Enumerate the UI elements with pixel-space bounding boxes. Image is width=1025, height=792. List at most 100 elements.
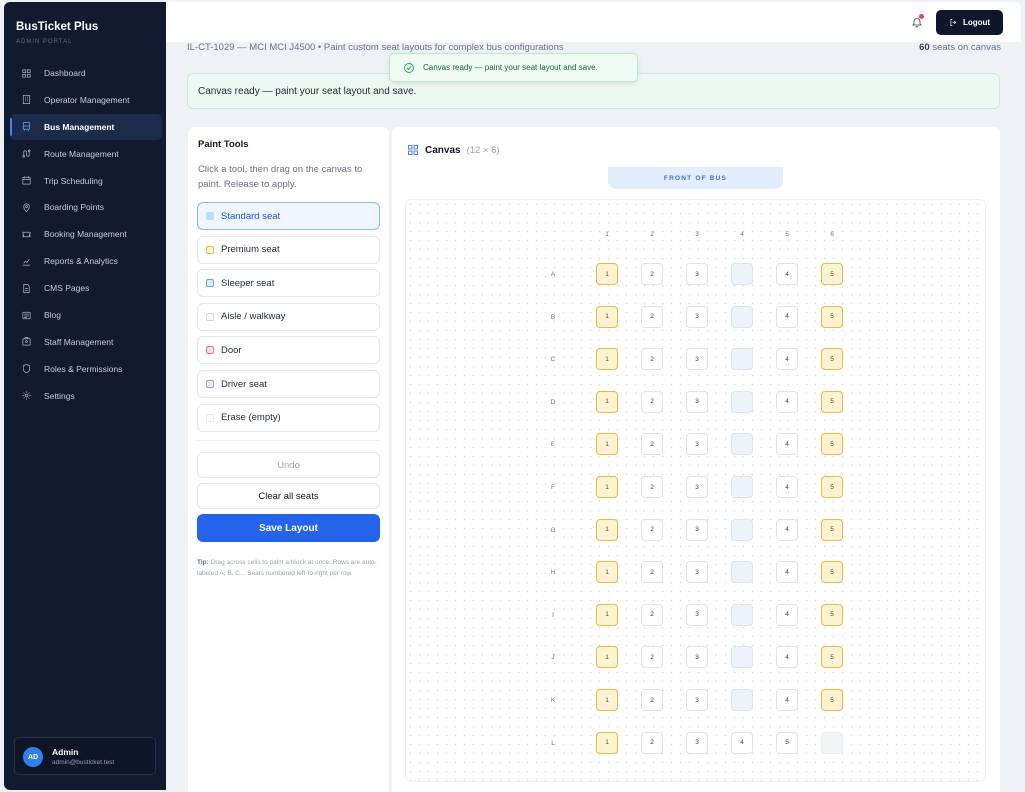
sidebar-item-operator-management[interactable]: Operator Management (10, 87, 162, 113)
seat-cell-premium[interactable]: 5 (821, 263, 843, 285)
sidebar-item-route-management[interactable]: Route Management (10, 141, 162, 167)
seat-cell-premium[interactable]: 5 (821, 476, 843, 498)
seat-cell-standard[interactable]: 3 (686, 731, 708, 754)
sidebar-item-blog[interactable]: Blog (10, 302, 162, 328)
seat-cell-standard[interactable]: 2 (641, 390, 663, 413)
seat-cell-standard[interactable]: 3 (686, 433, 708, 456)
tool-door[interactable]: Door (197, 336, 380, 365)
sidebar-item-settings[interactable]: Settings (10, 383, 162, 409)
seat-cell-aisle[interactable] (731, 390, 753, 413)
seat-canvas-grid[interactable]: 123456A12345B12345C12345D12345E12345F123… (405, 199, 986, 782)
seat-cell-standard[interactable]: 4 (776, 433, 798, 456)
sidebar-item-staff-management[interactable]: Staff Management (10, 329, 162, 355)
seat-cell-standard[interactable]: 3 (686, 561, 708, 584)
seat-cell-standard[interactable]: 4 (776, 263, 798, 285)
seat-cell-premium[interactable]: 1 (596, 433, 618, 456)
seat-cell-premium[interactable]: 5 (821, 390, 843, 413)
seat-cell-standard[interactable]: 2 (641, 518, 663, 541)
seat-cell-standard[interactable]: 3 (686, 689, 708, 711)
seat-cell-standard[interactable]: 2 (641, 603, 663, 626)
seat-cell-aisle[interactable] (731, 603, 753, 626)
tool-standard-seat[interactable]: Standard seat (197, 202, 380, 230)
tool-premium-seat[interactable]: Premium seat (197, 235, 380, 264)
notification-bell-icon[interactable] (911, 14, 925, 29)
seat-cell-standard[interactable]: 4 (776, 689, 798, 711)
save-layout-button[interactable]: Save Layout (197, 514, 380, 542)
seat-cell-premium[interactable]: 1 (596, 348, 618, 371)
seat-cell-standard[interactable]: 2 (641, 433, 663, 456)
seat-cell-premium[interactable]: 1 (596, 390, 618, 413)
seat-cell-standard[interactable]: 3 (686, 348, 708, 371)
seat-cell-standard[interactable]: 4 (776, 646, 798, 669)
sidebar-item-reports-analytics[interactable]: Reports & Analytics (10, 248, 162, 274)
sidebar-item-dashboard[interactable]: Dashboard (10, 60, 162, 86)
seat-cell-standard[interactable]: 2 (641, 561, 663, 584)
seat-cell-premium[interactable]: 5 (821, 561, 843, 584)
sidebar-item-cms-pages[interactable]: CMS Pages (10, 275, 162, 301)
seat-cell-standard[interactable]: 3 (686, 263, 708, 285)
seat-cell-premium[interactable]: 1 (596, 731, 618, 754)
sidebar-item-bus-management[interactable]: Bus Management (10, 113, 162, 140)
seat-cell-standard[interactable]: 3 (686, 646, 708, 669)
seat-cell-premium[interactable]: 1 (596, 305, 618, 328)
seat-cell-standard[interactable]: 4 (731, 731, 753, 754)
seat-cell-standard[interactable]: 3 (686, 390, 708, 413)
seat-cell-premium[interactable]: 1 (596, 476, 618, 498)
seat-cell-standard[interactable]: 3 (686, 603, 708, 626)
seat-cell-premium[interactable]: 1 (596, 646, 618, 669)
sidebar-item-boarding-points[interactable]: Boarding Points (10, 194, 162, 220)
seat-cell-standard[interactable]: 2 (641, 476, 663, 498)
sidebar-item-roles-permissions[interactable]: Roles & Permissions (10, 356, 162, 382)
seat-cell-standard[interactable]: 3 (686, 518, 708, 541)
seat-cell-standard[interactable]: 4 (776, 390, 798, 413)
building-icon (20, 94, 32, 106)
seat-cell-standard[interactable]: 4 (776, 348, 798, 371)
seat-cell-standard[interactable]: 4 (776, 305, 798, 328)
seat-cell-premium[interactable]: 1 (596, 689, 618, 711)
seat-cell-standard[interactable]: 3 (686, 476, 708, 498)
seat-cell-premium[interactable]: 1 (596, 518, 618, 541)
seat-cell-aisle[interactable] (731, 433, 753, 456)
seat-cell-premium[interactable]: 5 (821, 646, 843, 669)
seat-cell-premium[interactable]: 5 (821, 689, 843, 711)
seat-cell-premium[interactable]: 5 (821, 603, 843, 626)
seat-cell-premium[interactable]: 1 (596, 263, 618, 285)
seat-cell-standard[interactable]: 4 (776, 561, 798, 584)
seat-cell-standard[interactable]: 4 (776, 476, 798, 498)
seat-cell-premium[interactable]: 1 (596, 561, 618, 584)
seat-cell-standard[interactable]: 4 (776, 518, 798, 541)
tool-sleeper-seat[interactable]: Sleeper seat (197, 269, 380, 298)
seat-cell-aisle[interactable] (731, 348, 753, 371)
seat-cell-standard[interactable]: 5 (776, 731, 798, 754)
seat-cell-premium[interactable]: 5 (821, 518, 843, 541)
undo-button[interactable]: Undo (197, 452, 380, 478)
seat-cell-standard[interactable]: 2 (641, 689, 663, 711)
seat-cell-standard[interactable]: 2 (641, 348, 663, 371)
logout-button[interactable]: Logout (936, 10, 1003, 35)
sidebar-item-booking-management[interactable]: Booking Management (10, 221, 162, 247)
tool-erase-empty[interactable]: Erase (empty) (197, 403, 380, 432)
seat-cell-standard[interactable]: 4 (776, 603, 798, 626)
seat-cell-aisle[interactable] (731, 646, 753, 669)
seat-cell-premium[interactable]: 1 (596, 603, 618, 626)
seat-cell-empty[interactable] (821, 731, 843, 754)
tool-aisle-walkway[interactable]: Aisle / walkway (197, 302, 380, 331)
sidebar-item-trip-scheduling[interactable]: Trip Scheduling (10, 168, 162, 194)
seat-cell-standard[interactable]: 3 (686, 305, 708, 328)
seat-cell-aisle[interactable] (731, 305, 753, 328)
seat-cell-premium[interactable]: 5 (821, 348, 843, 371)
seat-cell-premium[interactable]: 5 (821, 305, 843, 328)
tool-driver-seat[interactable]: Driver seat (197, 370, 380, 398)
seat-cell-aisle[interactable] (731, 689, 753, 711)
seat-cell-aisle[interactable] (731, 476, 753, 498)
user-card[interactable]: AD Admin admin@busticket.test (14, 737, 156, 775)
seat-cell-standard[interactable]: 2 (641, 263, 663, 285)
seat-cell-standard[interactable]: 2 (641, 305, 663, 328)
seat-cell-standard[interactable]: 2 (641, 646, 663, 669)
seat-cell-aisle[interactable] (731, 518, 753, 541)
seat-cell-standard[interactable]: 2 (641, 731, 663, 754)
seat-cell-aisle[interactable] (731, 561, 753, 584)
seat-cell-premium[interactable]: 5 (821, 433, 843, 456)
clear-all-seats-button[interactable]: Clear all seats (197, 483, 380, 509)
seat-cell-aisle[interactable] (731, 263, 753, 285)
